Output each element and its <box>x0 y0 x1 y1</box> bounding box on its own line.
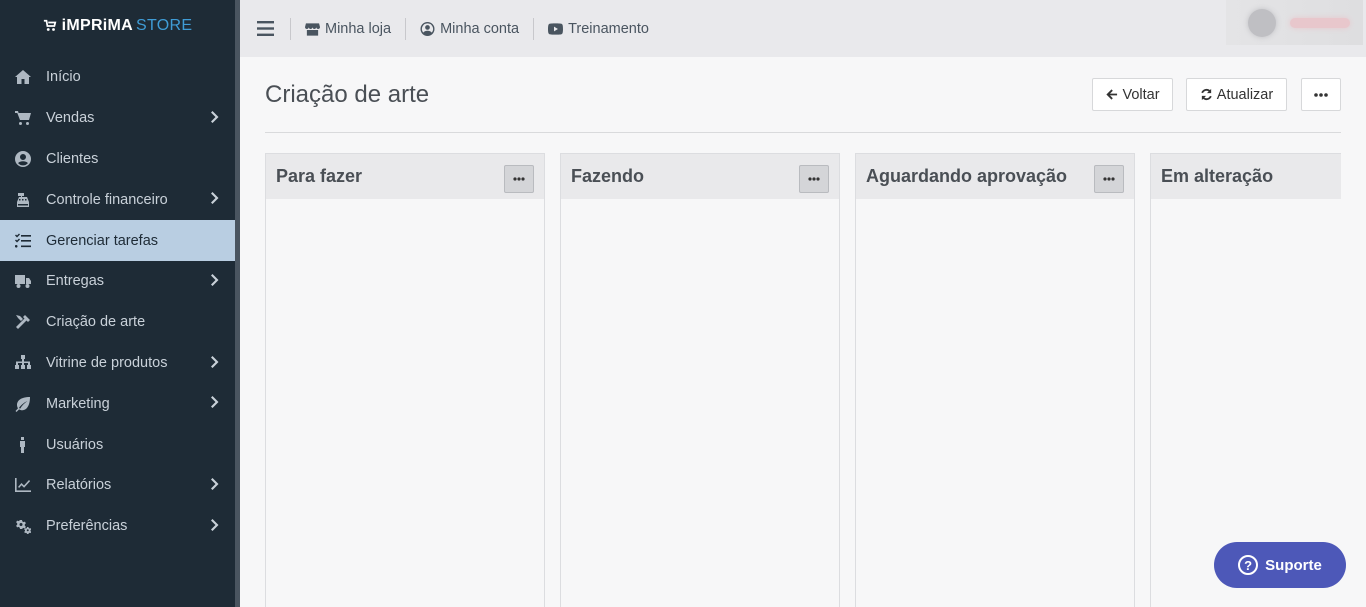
sidebar-item-label: Marketing <box>46 395 110 412</box>
column-menu-button[interactable] <box>799 165 829 193</box>
user-name-redacted <box>1290 17 1350 28</box>
topbar-link-label: Minha conta <box>440 20 520 37</box>
sidebar: iMPRiMA STORE Início Vendas Clientes Control… <box>0 0 235 607</box>
ellipsis-icon <box>513 177 525 181</box>
store-icon <box>305 22 320 36</box>
sidebar-item-label: Vendas <box>46 110 95 127</box>
column-menu-button[interactable] <box>1094 165 1124 193</box>
sitemap-icon <box>14 354 32 372</box>
menu-toggle-icon[interactable] <box>240 0 290 57</box>
page-title: Criação de arte <box>265 81 430 108</box>
support-button-label: Suporte <box>1265 556 1322 574</box>
chevron-right-icon <box>211 355 219 368</box>
sidebar-item-gerenciar-tarefas[interactable]: Gerenciar tarefas <box>0 220 235 261</box>
user-circle-icon <box>14 150 32 168</box>
cogs-icon <box>14 517 32 535</box>
column-title: Aguardando aprovação <box>866 166 1068 186</box>
sidebar-item-label: Clientes <box>46 150 99 167</box>
brand-name-primary: iMPRiMA <box>61 17 134 34</box>
sidebar-item-vitrine-de-produtos[interactable]: Vitrine de produtos <box>0 343 235 384</box>
brand-name-secondary: STORE <box>136 17 193 34</box>
refresh-button[interactable]: Atualizar <box>1186 78 1287 111</box>
chevron-right-icon <box>211 518 219 531</box>
header-divider <box>265 132 1341 133</box>
arrow-left-icon <box>1106 89 1118 100</box>
person-icon <box>14 436 32 454</box>
question-icon: ? <box>1238 555 1259 575</box>
topbar: Minha loja Minha conta Treinamento <box>240 0 1366 57</box>
leaf-icon <box>14 395 32 413</box>
kanban-column-para-fazer: Para fazer <box>265 153 545 607</box>
sidebar-item-label: Vitrine de produtos <box>46 354 168 371</box>
sidebar-item-label: Gerenciar tarefas <box>46 232 159 249</box>
sidebar-item-clientes[interactable]: Clientes <box>0 139 235 180</box>
avatar <box>1248 8 1276 37</box>
sidebar-item-vendas[interactable]: Vendas <box>0 98 235 139</box>
topbar-link-treinamento[interactable]: Treinamento <box>534 21 663 37</box>
ellipsis-icon <box>1103 177 1115 181</box>
sidebar-item-criacao-de-arte[interactable]: Criação de arte <box>0 302 235 343</box>
sidebar-item-label: Usuários <box>46 436 104 453</box>
home-icon <box>14 68 32 86</box>
brand-logo[interactable]: iMPRiMA STORE <box>0 0 235 52</box>
column-title: Fazendo <box>571 166 645 186</box>
chevron-right-icon <box>211 396 219 409</box>
truck-icon <box>14 272 32 290</box>
back-button-label: Voltar <box>1122 86 1160 103</box>
tasks-icon <box>14 232 32 250</box>
refresh-button-label: Atualizar <box>1216 86 1274 103</box>
column-title: Em alteração <box>1161 166 1274 186</box>
sidebar-nav: Início Vendas Clientes Controle financeiro G… <box>0 57 235 547</box>
sidebar-item-inicio[interactable]: Início <box>0 57 235 98</box>
sidebar-item-relatorios[interactable]: Relatórios <box>0 465 235 506</box>
sidebar-item-label: Criação de arte <box>46 314 146 331</box>
back-button[interactable]: Voltar <box>1092 78 1173 111</box>
sidebar-item-label: Relatórios <box>46 477 112 494</box>
topbar-link-label: Treinamento <box>568 20 649 37</box>
chart-line-icon <box>14 476 32 494</box>
sidebar-item-entregas[interactable]: Entregas <box>0 261 235 302</box>
refresh-icon <box>1201 88 1212 101</box>
cart-icon <box>14 109 32 127</box>
cash-register-icon <box>14 191 32 209</box>
sidebar-item-label: Entregas <box>46 273 105 290</box>
user-menu[interactable] <box>1226 0 1363 45</box>
printer-logo-icon <box>43 19 59 33</box>
support-button[interactable]: ? Suporte <box>1214 542 1346 588</box>
sidebar-item-label: Início <box>46 69 81 86</box>
youtube-icon <box>548 22 564 35</box>
sidebar-item-marketing[interactable]: Marketing <box>0 383 235 424</box>
column-header: Para fazer <box>266 154 544 199</box>
column-header: Em alteração <box>1151 154 1341 199</box>
column-header: Fazendo <box>561 154 839 199</box>
chevron-right-icon <box>211 192 219 205</box>
topbar-link-label: Minha loja <box>325 20 392 37</box>
chevron-right-icon <box>211 110 219 123</box>
column-title: Para fazer <box>276 166 363 186</box>
ellipsis-icon <box>808 177 820 181</box>
main-content: Criação de arte Voltar Atualizar Para fa… <box>240 57 1366 607</box>
sidebar-item-usuarios[interactable]: Usuários <box>0 424 235 465</box>
chevron-right-icon <box>211 273 219 286</box>
column-menu-button[interactable] <box>504 165 534 193</box>
kanban-column-em-alteracao: Em alteração <box>1150 153 1341 607</box>
chevron-right-icon <box>211 477 219 490</box>
topbar-link-minha-loja[interactable]: Minha loja <box>291 21 405 37</box>
topbar-link-minha-conta[interactable]: Minha conta <box>406 21 533 37</box>
column-header: Aguardando aprovação <box>856 154 1134 199</box>
kanban-column-aguardando-aprovacao: Aguardando aprovação <box>855 153 1135 607</box>
more-options-button[interactable] <box>1301 78 1341 111</box>
kanban-column-fazendo: Fazendo <box>560 153 840 607</box>
sidebar-item-label: Preferências <box>46 518 128 535</box>
sidebar-item-controle-financeiro[interactable]: Controle financeiro <box>0 179 235 220</box>
tools-icon <box>14 313 32 331</box>
user-circle-icon <box>420 21 435 36</box>
ellipsis-icon <box>1314 92 1328 97</box>
sidebar-item-preferencias[interactable]: Preferências <box>0 506 235 547</box>
kanban-board: Para fazer Fazendo Aguardando aprovação … <box>265 153 1341 607</box>
sidebar-item-label: Controle financeiro <box>46 191 168 208</box>
